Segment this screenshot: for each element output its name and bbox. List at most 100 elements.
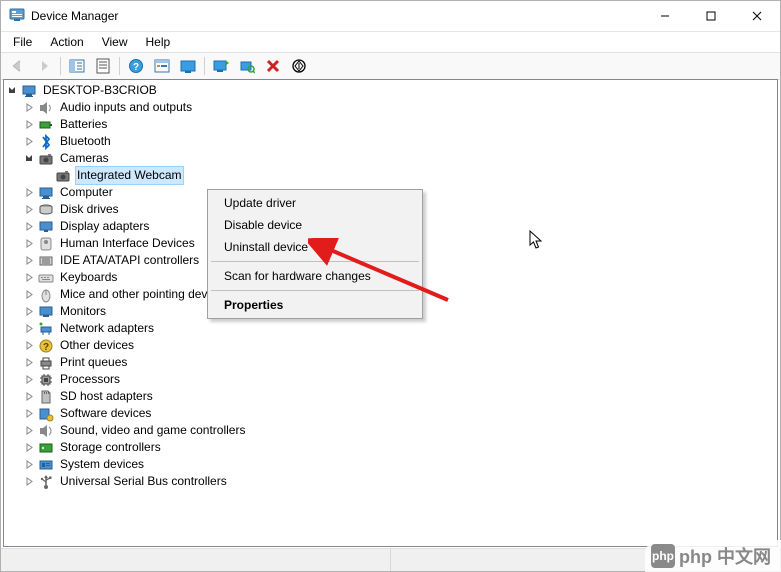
tree-category-label: Computer: [58, 184, 115, 201]
uninstall-device-button[interactable]: [260, 54, 286, 78]
tree-category[interactable]: Batteries: [4, 116, 777, 133]
scan-hardware-button[interactable]: [234, 54, 260, 78]
back-button[interactable]: [5, 54, 31, 78]
expander-icon[interactable]: [21, 439, 38, 456]
help-button[interactable]: ?: [123, 54, 149, 78]
tree-category-label: Sound, video and game controllers: [58, 422, 247, 439]
tree-category[interactable]: Cameras: [4, 150, 777, 167]
tree-category[interactable]: Print queues: [4, 354, 777, 371]
tree-category-label: Monitors: [58, 303, 108, 320]
speaker-icon: [38, 100, 54, 116]
tree-category[interactable]: Processors: [4, 371, 777, 388]
context-menu-separator: [211, 261, 419, 262]
watermark-text: php 中文网: [679, 543, 771, 569]
expander-icon[interactable]: [21, 201, 38, 218]
network-icon: [38, 321, 54, 337]
menu-help[interactable]: Help: [138, 34, 179, 50]
expander-icon[interactable]: [21, 286, 38, 303]
svg-text:?: ?: [133, 62, 139, 73]
expander-icon[interactable]: [21, 150, 38, 167]
app-icon: [9, 7, 25, 26]
menu-action[interactable]: Action: [42, 34, 91, 50]
tree-root-label: DESKTOP-B3CRIOB: [41, 82, 159, 99]
disable-device-button[interactable]: [286, 54, 312, 78]
tree-category-label: Human Interface Devices: [58, 235, 197, 252]
display-icon: [38, 219, 54, 235]
forward-button[interactable]: [31, 54, 57, 78]
menu-file[interactable]: File: [5, 34, 40, 50]
tree-category[interactable]: SD host adapters: [4, 388, 777, 405]
tree-category-label: Universal Serial Bus controllers: [58, 473, 229, 490]
computer-icon: [38, 185, 54, 201]
expander-icon[interactable]: [21, 252, 38, 269]
menubar: File Action View Help: [1, 32, 780, 52]
toolbar: ?: [1, 52, 780, 80]
expander-icon[interactable]: [4, 82, 21, 99]
properties-button[interactable]: [90, 54, 116, 78]
tree-category[interactable]: Universal Serial Bus controllers: [4, 473, 777, 490]
bluetooth-icon: [38, 134, 54, 150]
hid-icon: [38, 236, 54, 252]
tree-category-label: System devices: [58, 456, 146, 473]
maximize-button[interactable]: [688, 1, 734, 31]
context-menu-item[interactable]: Properties: [210, 294, 420, 316]
tree-category[interactable]: Bluetooth: [4, 133, 777, 150]
expander-icon[interactable]: [21, 218, 38, 235]
update-driver-button[interactable]: [208, 54, 234, 78]
minimize-button[interactable]: [642, 1, 688, 31]
tree-category[interactable]: Software devices: [4, 405, 777, 422]
expander-placeholder: [38, 167, 55, 184]
keyboard-icon: [38, 270, 54, 286]
tree-category-label: Audio inputs and outputs: [58, 99, 194, 116]
expander-icon[interactable]: [21, 405, 38, 422]
expander-icon[interactable]: [21, 354, 38, 371]
tree-category[interactable]: Audio inputs and outputs: [4, 99, 777, 116]
expander-icon[interactable]: [21, 269, 38, 286]
storage-icon: [38, 440, 54, 456]
expander-icon[interactable]: [21, 388, 38, 405]
software-icon: [38, 406, 54, 422]
tree-device-label: Integrated Webcam: [75, 166, 184, 185]
expander-icon[interactable]: [21, 337, 38, 354]
show-hide-tree-button[interactable]: [64, 54, 90, 78]
context-menu-item[interactable]: Update driver: [210, 192, 420, 214]
svg-text:?: ?: [43, 342, 49, 353]
menu-view[interactable]: View: [94, 34, 136, 50]
expander-icon[interactable]: [21, 99, 38, 116]
tree-category[interactable]: Storage controllers: [4, 439, 777, 456]
expander-icon[interactable]: [21, 320, 38, 337]
action-center-button[interactable]: [149, 54, 175, 78]
battery-icon: [38, 117, 54, 133]
sd-icon: [38, 389, 54, 405]
expander-icon[interactable]: [21, 422, 38, 439]
status-cell: [1, 549, 391, 571]
camera-icon: [38, 151, 54, 167]
tree-category-label: Software devices: [58, 405, 153, 422]
expander-icon[interactable]: [21, 473, 38, 490]
tree-root[interactable]: DESKTOP-B3CRIOB: [4, 82, 777, 99]
monitor-icon: [38, 304, 54, 320]
system-icon: [38, 457, 54, 473]
cpu-icon: [38, 372, 54, 388]
tree-category[interactable]: Sound, video and game controllers: [4, 422, 777, 439]
expander-icon[interactable]: [21, 456, 38, 473]
window-title: Device Manager: [31, 9, 118, 23]
sound-icon: [38, 423, 54, 439]
context-menu-item[interactable]: Disable device: [210, 214, 420, 236]
expander-icon[interactable]: [21, 303, 38, 320]
context-menu: Update driverDisable deviceUninstall dev…: [207, 189, 423, 319]
expander-icon[interactable]: [21, 116, 38, 133]
context-menu-item[interactable]: Uninstall device: [210, 236, 420, 258]
expander-icon[interactable]: [21, 371, 38, 388]
tree-category-label: Print queues: [58, 354, 129, 371]
expander-icon[interactable]: [21, 235, 38, 252]
expander-icon[interactable]: [21, 133, 38, 150]
tree-category[interactable]: System devices: [4, 456, 777, 473]
dashboard-button[interactable]: [175, 54, 201, 78]
tree-category[interactable]: ?Other devices: [4, 337, 777, 354]
close-button[interactable]: [734, 1, 780, 31]
expander-icon[interactable]: [21, 184, 38, 201]
tree-device[interactable]: Integrated Webcam: [4, 167, 777, 184]
tree-category[interactable]: Network adapters: [4, 320, 777, 337]
context-menu-item[interactable]: Scan for hardware changes: [210, 265, 420, 287]
